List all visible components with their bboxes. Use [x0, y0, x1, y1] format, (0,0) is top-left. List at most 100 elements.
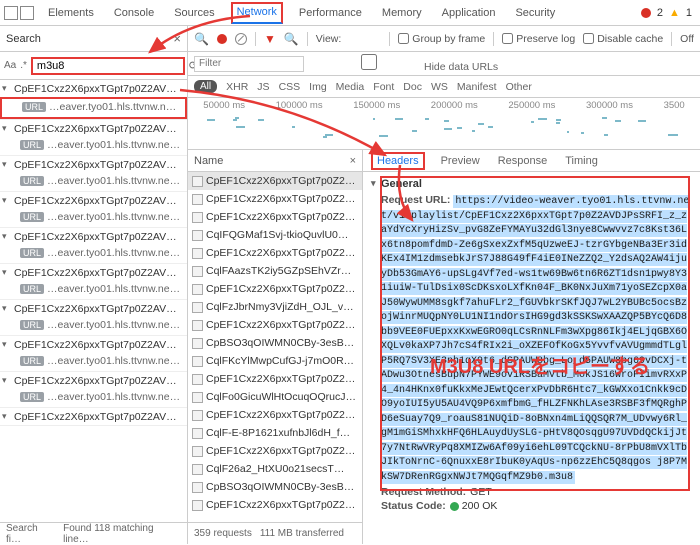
request-method-key: Request Method: [381, 486, 466, 498]
annotation-text: M3U8 URLをコピーする [430, 350, 650, 379]
search-pane: Search × Aa .* ⟳ ⊘ CpEF1Cxz2X6pxxTGpt7p0… [0, 26, 188, 544]
search-icon[interactable]: 🔍 [194, 32, 209, 46]
view-label: View: [316, 33, 342, 45]
request-method-value: GET [470, 486, 492, 498]
request-item[interactable]: CpEF1Cxz2X6pxxTGpt7p0Z2… [188, 316, 362, 334]
type-font[interactable]: Font [373, 81, 394, 93]
request-item[interactable]: CqlF26a2_HtXU0o21secsT… [188, 460, 362, 478]
request-item[interactable]: CpEF1Cxz2X6pxxTGpt7p0Z2… [188, 370, 362, 388]
request-url-value[interactable]: https://video-weaver.tyo01.hls.ttvnw.net… [381, 195, 689, 484]
type-all[interactable]: All [194, 80, 217, 93]
group-by-frame[interactable]: Group by frame [398, 33, 485, 45]
filter-icon[interactable]: ▼ [264, 32, 276, 46]
tab-application[interactable]: Application [438, 2, 500, 24]
close-detail-icon[interactable]: × [350, 155, 356, 167]
name-column: Name × CpEF1Cxz2X6pxxTGpt7p0Z2…CpEF1Cxz2… [188, 150, 363, 544]
tab-security[interactable]: Security [511, 2, 559, 24]
timeline-bars [194, 114, 694, 145]
search-result[interactable]: CpEF1Cxz2X6pxxTGpt7p0Z2AVDJP…URL…eaver.t… [0, 300, 187, 336]
search-result[interactable]: CpEF1Cxz2X6pxxTGpt7p0Z2AVDJP…URL…eaver.t… [0, 156, 187, 192]
case-toggle[interactable]: Aa [4, 60, 16, 71]
general-section[interactable]: General [371, 178, 692, 190]
detail-tab-response[interactable]: Response [496, 152, 550, 170]
search-result[interactable]: CpEF1Cxz2X6pxxTGpt7p0Z2AVDJP…URL…eaver.t… [0, 372, 187, 408]
regex-toggle[interactable]: .* [20, 60, 27, 71]
request-item[interactable]: CpBSO3qOIWMN0CBy-3esBf9… [188, 478, 362, 496]
hide-data-urls[interactable]: Hide data URLs [314, 54, 498, 73]
close-icon[interactable]: × [173, 31, 181, 46]
error-icon[interactable] [641, 8, 651, 18]
status-code-value: 200 OK [450, 500, 498, 512]
request-item[interactable]: CpEF1Cxz2X6pxxTGpt7p0Z2… [188, 208, 362, 226]
request-item[interactable]: CqlF-E-8P1621xufnbJl6dH_f… [188, 424, 362, 442]
filter-input[interactable] [194, 56, 304, 72]
request-item[interactable]: CqlFo0GicuWlHtOcuqOQrucJ… [188, 388, 362, 406]
request-item[interactable]: CqlFKcYlMwpCufGJ-j7mO0RYS… [188, 352, 362, 370]
status-code-key: Status Code: [381, 500, 446, 512]
alerts: 2 ▲ 1 [641, 7, 692, 19]
network-toolbar: 🔍 ▼ 🔍 View: Group by frame Preserve log … [188, 26, 700, 52]
type-manifest[interactable]: Manifest [457, 81, 497, 93]
name-header: Name × [188, 150, 362, 172]
search-result[interactable]: CpEF1Cxz2X6pxxTGpt7p0Z2AVDJP…URL…eaver.t… [0, 228, 187, 264]
tab-performance[interactable]: Performance [295, 2, 366, 24]
request-item[interactable]: CqlFzJbrNmy3VjiZdH_OJL_v… [188, 298, 362, 316]
tab-memory[interactable]: Memory [378, 2, 426, 24]
search-input[interactable] [31, 57, 185, 75]
throttle-off[interactable]: Off [680, 33, 694, 45]
transfer-size: 111 MB transferred [260, 528, 344, 539]
type-ws[interactable]: WS [431, 81, 448, 93]
type-xhr[interactable]: XHR [226, 81, 248, 93]
device-icon[interactable] [20, 6, 34, 20]
request-item[interactable]: CqlFAazsTK2iy5GZpSEhVZrc… [188, 262, 362, 280]
tab-console[interactable]: Console [110, 2, 158, 24]
search-result[interactable]: CpEF1Cxz2X6pxxTGpt7p0Z2AVDJP…URL…eaver.t… [0, 264, 187, 300]
request-item[interactable]: CpEF1Cxz2X6pxxTGpt7p0Z2… [188, 280, 362, 298]
inspect-icon[interactable] [4, 6, 18, 20]
view-large-icon[interactable] [349, 33, 361, 45]
search-result[interactable]: CpEF1Cxz2X6pxxTGpt7p0Z2AVDJP…URL…eaver.t… [0, 192, 187, 228]
warning-icon[interactable]: ▲ [669, 7, 680, 19]
panel-tabs: Elements Console Sources Network Performance… [44, 2, 639, 24]
request-item[interactable]: CpBSO3qOIWMN0CBy-3esBf9… [188, 334, 362, 352]
type-js[interactable]: JS [257, 81, 269, 93]
type-doc[interactable]: Doc [403, 81, 422, 93]
detail-tab-timing[interactable]: Timing [563, 152, 600, 170]
tab-elements[interactable]: Elements [44, 2, 98, 24]
search-result[interactable]: CpEF1Cxz2X6pxxTGpt7p0Z2AVDJP…URL…eaver.t… [0, 336, 187, 372]
type-filter-row: All XHR JS CSS Img Media Font Doc WS Manifest Othe… [188, 76, 700, 98]
type-other[interactable]: Other [506, 81, 532, 93]
search-result[interactable]: CpEF1Cxz2X6pxxTGpt7p0Z2AVDJP… [0, 408, 187, 426]
request-item[interactable]: CpEF1Cxz2X6pxxTGpt7p0Z2… [188, 496, 362, 514]
request-count: 359 requests [194, 528, 252, 539]
preserve-log[interactable]: Preserve log [502, 33, 575, 45]
request-item[interactable]: CqIFQGMaf1Svj-tkioQuvlU0… [188, 226, 362, 244]
search-result[interactable]: CpEF1Cxz2X6pxxTGpt7p0Z2AVDJP…URL…eaver.t… [0, 120, 187, 156]
tab-network[interactable]: Network [231, 2, 283, 24]
search-icon-2[interactable]: 🔍 [284, 32, 299, 46]
request-item[interactable]: CpEF1Cxz2X6pxxTGpt7p0Z2… [188, 442, 362, 460]
request-item[interactable]: CpEF1Cxz2X6pxxTGpt7p0Z2… [188, 190, 362, 208]
detail-tab-preview[interactable]: Preview [439, 152, 482, 170]
filter-row: Hide data URLs [188, 52, 700, 76]
clear-icon[interactable] [235, 33, 247, 45]
type-img[interactable]: Img [309, 81, 327, 93]
network-panel: 🔍 ▼ 🔍 View: Group by frame Preserve log … [188, 26, 700, 544]
search-title: Search [6, 33, 41, 45]
request-list[interactable]: CpEF1Cxz2X6pxxTGpt7p0Z2…CpEF1Cxz2X6pxxTG… [188, 172, 362, 522]
tab-sources[interactable]: Sources [170, 2, 218, 24]
timeline-ticks: 50000 ms100000 ms150000 ms200000 ms25000… [188, 100, 700, 111]
type-media[interactable]: Media [336, 81, 365, 93]
type-css[interactable]: CSS [279, 81, 301, 93]
view-small-icon[interactable] [369, 33, 381, 45]
search-result[interactable]: CpEF1Cxz2X6pxxTGpt7p0Z2AVDJP…URL…eaver.t… [0, 80, 187, 120]
search-footer: Search fi… Found 118 matching line… [0, 522, 187, 544]
request-item[interactable]: CpEF1Cxz2X6pxxTGpt7p0Z2… [188, 406, 362, 424]
timeline[interactable]: 50000 ms100000 ms150000 ms200000 ms25000… [188, 98, 700, 150]
disable-cache[interactable]: Disable cache [583, 33, 663, 45]
request-item[interactable]: CpEF1Cxz2X6pxxTGpt7p0Z2… [188, 172, 362, 190]
record-icon[interactable] [217, 34, 227, 44]
detail-tab-headers[interactable]: Headers [371, 152, 425, 170]
search-results: CpEF1Cxz2X6pxxTGpt7p0Z2AVDJP…URL…eaver.t… [0, 80, 187, 522]
request-item[interactable]: CpEF1Cxz2X6pxxTGpt7p0Z2… [188, 244, 362, 262]
